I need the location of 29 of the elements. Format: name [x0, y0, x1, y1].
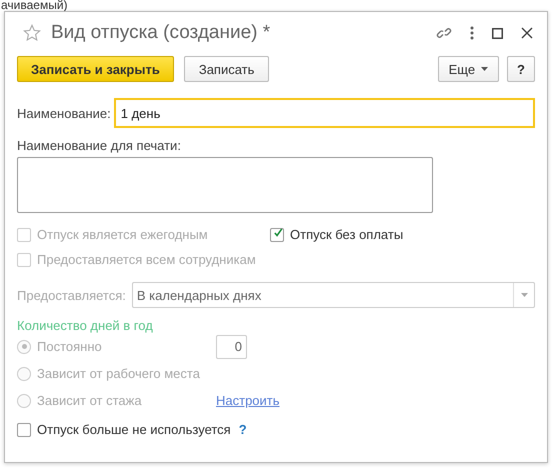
field-label: Наименование для печати:: [17, 138, 182, 153]
radio-label: Зависит от стажа: [37, 393, 143, 408]
save-and-close-button[interactable]: Записать и закрыть: [17, 56, 174, 82]
star-icon[interactable]: [23, 24, 41, 42]
caret-icon[interactable]: [520, 293, 528, 297]
caret-icon: [481, 67, 488, 71]
name-input-field[interactable]: 1 день: [114, 98, 535, 128]
checkbox-label: Предоставляется всем сотрудникам: [37, 252, 256, 267]
print-name-text-area[interactable]: [17, 157, 433, 213]
checkbox-label: Отпуск является ежегодным: [37, 227, 208, 242]
more-button[interactable]: Еще: [438, 56, 500, 82]
section-title: Количество дней в год: [17, 318, 154, 333]
help-button[interactable]: ?: [507, 56, 535, 82]
checkbox[interactable]: [270, 228, 284, 242]
checkbox-label: Отпуск больше не используется: [37, 422, 231, 437]
save-button[interactable]: Записать: [184, 56, 270, 82]
radio-label: Постоянно: [37, 339, 103, 354]
field-label: Наименование:: [17, 106, 111, 120]
help-mark[interactable]: ?: [238, 422, 247, 437]
link-icon[interactable]: [436, 25, 452, 41]
field-label: Предоставляется:: [17, 288, 126, 302]
maximize-icon[interactable]: [492, 28, 503, 38]
close-icon[interactable]: [521, 27, 533, 39]
checkbox-label: Отпуск без оплаты: [290, 227, 404, 242]
checkbox[interactable]: [17, 422, 31, 436]
radio-label: Зависит от рабочего места: [37, 366, 201, 381]
window-title: Вид отпуска (создание) *: [51, 22, 270, 44]
background-text: ачиваемый): [1, 0, 68, 11]
more-icon[interactable]: [470, 26, 474, 40]
